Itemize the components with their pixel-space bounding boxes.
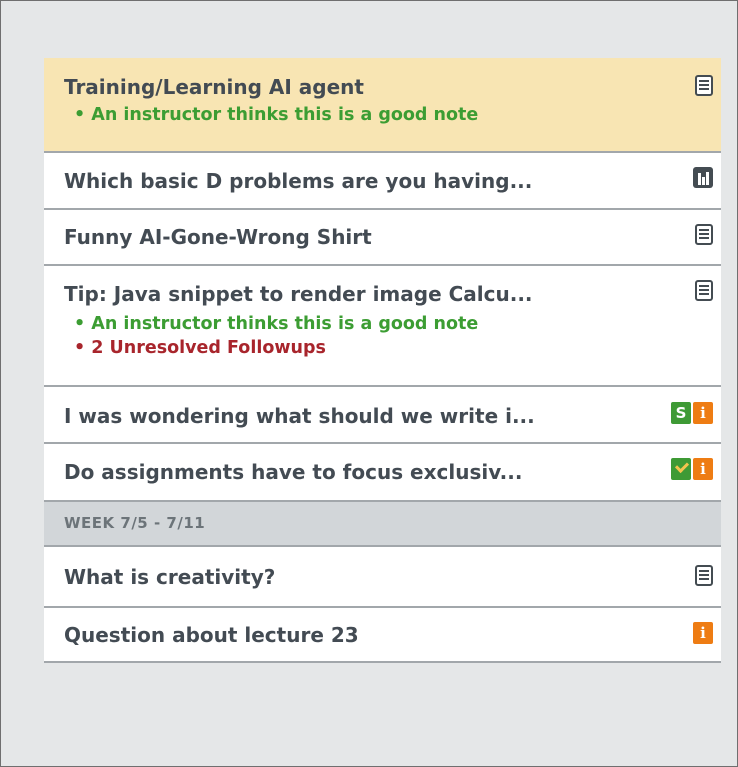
note-icon bbox=[695, 224, 713, 245]
unresolved-followups-label: • 2 Unresolved Followups bbox=[74, 338, 326, 358]
post-title: Which basic D problems are you having... bbox=[64, 169, 533, 193]
post-title: Training/Learning AI agent bbox=[64, 75, 364, 99]
feed-item-what-to-write[interactable]: I was wondering what should we write i..… bbox=[44, 387, 721, 444]
instructor-info-icon: i bbox=[693, 622, 713, 644]
good-note-label: • An instructor thinks this is a good no… bbox=[74, 314, 479, 334]
note-icon bbox=[695, 280, 713, 301]
student-answer-icon: S bbox=[671, 402, 691, 424]
instructor-info-icon: i bbox=[693, 458, 713, 480]
feed-item-lecture-23[interactable]: Question about lecture 23 i bbox=[44, 608, 721, 663]
post-title: Funny AI-Gone-Wrong Shirt bbox=[64, 225, 372, 249]
week-header[interactable]: WEEK 7/5 - 7/11 bbox=[44, 502, 721, 547]
feed-item-creativity[interactable]: What is creativity? bbox=[44, 547, 721, 608]
post-feed: Training/Learning AI agent • An instruct… bbox=[44, 58, 721, 663]
post-title: Question about lecture 23 bbox=[64, 623, 359, 647]
instructor-info-icon: i bbox=[693, 402, 713, 424]
feed-item-ai-shirt[interactable]: Funny AI-Gone-Wrong Shirt bbox=[44, 210, 721, 266]
feed-item-java-snippet[interactable]: Tip: Java snippet to render image Calcu.… bbox=[44, 266, 721, 387]
page: { "feed": { "items": [ {"title": "Traini… bbox=[0, 0, 738, 767]
endorsed-icon bbox=[671, 458, 691, 480]
post-title: Tip: Java snippet to render image Calcu.… bbox=[64, 282, 533, 306]
post-title: Do assignments have to focus exclusiv... bbox=[64, 460, 523, 484]
feed-item-d-problems[interactable]: Which basic D problems are you having... bbox=[44, 153, 721, 210]
feed-item-assignments-focus[interactable]: Do assignments have to focus exclusiv...… bbox=[44, 444, 721, 502]
post-title: I was wondering what should we write i..… bbox=[64, 404, 535, 428]
good-note-label: • An instructor thinks this is a good no… bbox=[74, 105, 479, 125]
poll-icon bbox=[693, 167, 713, 188]
note-icon bbox=[695, 75, 713, 96]
post-title: What is creativity? bbox=[64, 565, 276, 589]
note-icon bbox=[695, 565, 713, 586]
feed-item-training-ai[interactable]: Training/Learning AI agent • An instruct… bbox=[44, 58, 721, 153]
